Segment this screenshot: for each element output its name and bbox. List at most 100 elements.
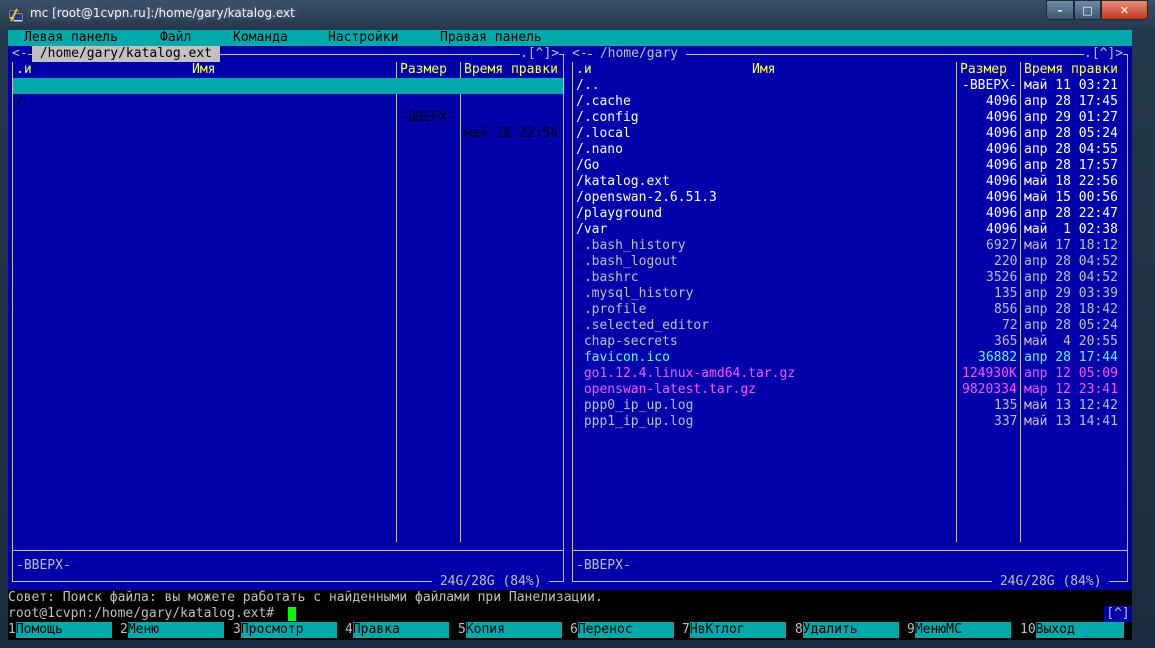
fkey-8[interactable]: 8Удалить [795,622,907,638]
fkey-10[interactable]: 10Выход [1020,622,1132,638]
fkey-6[interactable]: 6Перенос [570,622,682,638]
minimize-button[interactable]: – [1046,0,1074,20]
file-size: 4096 [986,222,1018,237]
file-time: апр 28 18:42 [1024,302,1118,317]
menu-command[interactable]: Команда [233,30,288,46]
file-row[interactable]: go1.12.4.linux-amd64.tar.gz 124930K апр 12… [568,366,1128,382]
file-row[interactable]: openswan-latest.tar.gz 9820334 мар 12 23:4… [568,382,1128,398]
file-name: .profile [576,302,647,317]
menu-right-panel[interactable]: Правая панель [440,30,542,46]
column-header-time[interactable]: Время правки [1024,62,1118,78]
file-size: 337 [994,414,1018,429]
fkey-7[interactable]: 7НвКтлог [682,622,794,638]
column-header-name[interactable]: Имя [752,62,775,78]
file-row[interactable]: /openswan-2.6.51.3 4096 май 15 00:56 [568,190,1128,206]
menu-settings[interactable]: Настройки [328,30,398,46]
file-name: /playground [576,206,663,221]
file-time: апр 28 05:24 [1024,318,1118,333]
fkey-label: Выход [1035,622,1124,638]
file-row[interactable]: /.nano 4096 апр 28 04:55 [568,142,1128,158]
fkey-number: 3 [233,622,241,637]
file-name: favicon.ico [576,350,670,365]
file-time: май 18 22:56 [464,126,558,141]
menu-file[interactable]: Файл [160,30,191,46]
file-size: -ВВЕРХ- [962,78,1017,93]
fkey-4[interactable]: 4Правка [345,622,457,638]
file-size: 36882 [978,350,1018,365]
right-panel[interactable]: <- /home/gary .[^]> .и Имя Размер Время … [568,46,1132,590]
file-row-selected[interactable]: /.. -ВВЕРХ- май 18 22:56 [13,78,563,141]
right-panel-back-marker[interactable]: <- [572,46,588,62]
file-time: май 18 22:56 [1024,174,1118,189]
file-row[interactable]: chap-secrets 365 май 4 20:55 [568,334,1128,350]
file-row[interactable]: /.. -ВВЕРХ-май 11 03:21 [568,78,1128,94]
file-name: /Go [576,158,600,173]
file-size: 4096 [986,174,1018,189]
column-header-size[interactable]: Размер [400,62,447,78]
file-row[interactable]: /.local 4096 апр 28 05:24 [568,126,1128,142]
hint-line: Совет: Поиск файла: вы можете работать с… [8,590,603,605]
terminal-window: mc [root@1cvpn.ru]:/home/gary/katalog.ex… [0,0,1155,648]
title-bar[interactable]: mc [root@1cvpn.ru]:/home/gary/katalog.ex… [0,0,1155,30]
fkey-number: 2 [120,622,128,637]
shell-prompt[interactable]: root@1cvpn:/home/gary/katalog.ext# [8,606,274,622]
file-row[interactable]: ppp1_ip_up.log 337 май 13 14:41 [568,414,1128,430]
file-name: /.nano [576,142,623,157]
fkey-9[interactable]: 9МенюMC [907,622,1019,638]
file-name: /.config [576,110,639,125]
file-name: .bashrc [576,270,639,285]
fkey-number: 5 [458,622,466,637]
fkey-5[interactable]: 5Копия [458,622,570,638]
left-panel-path: /home/gary/katalog.ext [32,46,220,62]
file-time: май 13 12:42 [1024,398,1118,413]
file-row[interactable]: /katalog.ext 4096 май 18 22:56 [568,174,1128,190]
left-panel-corner[interactable]: .[^]> [520,46,560,62]
column-header-name[interactable]: Имя [192,62,215,78]
file-size: 4096 [986,110,1018,125]
file-name: /var [576,222,608,237]
file-name: ppp1_ip_up.log [576,414,694,429]
fkey-label: Правка [352,622,449,638]
file-size: 72 [1002,318,1018,333]
file-size: 4096 [986,142,1018,157]
file-time: апр 28 05:24 [1024,126,1118,141]
left-panel[interactable]: <- /home/gary/katalog.ext .[^]> .и Имя Р… [8,46,568,590]
file-row[interactable]: ppp0_ip_up.log 135 май 13 12:42 [568,398,1128,414]
fkey-1[interactable]: 1Помощь [8,622,120,638]
file-row[interactable]: /var 4096 май 1 02:38 [568,222,1128,238]
file-time: май 4 20:55 [1024,334,1118,349]
file-row[interactable]: .profile 856 апр 28 18:42 [568,302,1128,318]
panel-toggle-button[interactable]: [^] [1104,606,1132,622]
file-size: 6927 [986,238,1018,253]
file-time: апр 28 17:57 [1024,158,1118,173]
file-row[interactable]: /.config 4096 апр 29 01:27 [568,110,1128,126]
file-row[interactable]: /.cache 4096 апр 28 17:45 [568,94,1128,110]
file-size: -ВВЕРХ- [400,110,455,125]
file-row[interactable]: .bash_logout 220 апр 28 04:52 [568,254,1128,270]
file-row[interactable]: /playground 4096 апр 28 22:47 [568,206,1128,222]
column-header-time[interactable]: Время правки [464,62,558,78]
file-row[interactable]: favicon.ico 36882 апр 28 17:44 [568,350,1128,366]
file-time: май 1 02:38 [1024,222,1118,237]
close-button[interactable]: ✕ [1101,0,1148,20]
file-name: go1.12.4.linux-amd64.tar.gz [576,366,796,381]
column-header-flag: .и [16,62,32,77]
menu-left-panel[interactable]: Левая панель [24,30,118,46]
file-row[interactable]: .bash_history 6927 май 17 18:12 [568,238,1128,254]
left-panel-disk-usage: 24G/28G (84%) [432,574,550,590]
left-panel-back-marker[interactable]: <- [12,46,28,62]
fkey-label: Помощь [15,622,112,638]
right-panel-corner[interactable]: .[^]> [1084,46,1124,62]
terminal-area[interactable]: Левая панель Файл Команда Настройки Прав… [8,30,1132,640]
file-row[interactable]: .bashrc 3526 апр 28 04:52 [568,270,1128,286]
file-row[interactable]: /Go 4096 апр 28 17:57 [568,158,1128,174]
file-time: апр 29 03:39 [1024,286,1118,301]
file-row[interactable]: .mysql_history 135 апр 29 03:39 [568,286,1128,302]
fkey-2[interactable]: 2Меню [120,622,232,638]
file-name: /openswan-2.6.51.3 [576,190,717,205]
column-header-size[interactable]: Размер [960,62,1007,78]
fkey-label: Удалить [802,622,899,638]
fkey-3[interactable]: 3Просмотр [233,622,345,638]
maximize-button[interactable]: □ [1074,0,1101,20]
file-row[interactable]: .selected_editor 72 апр 28 05:24 [568,318,1128,334]
